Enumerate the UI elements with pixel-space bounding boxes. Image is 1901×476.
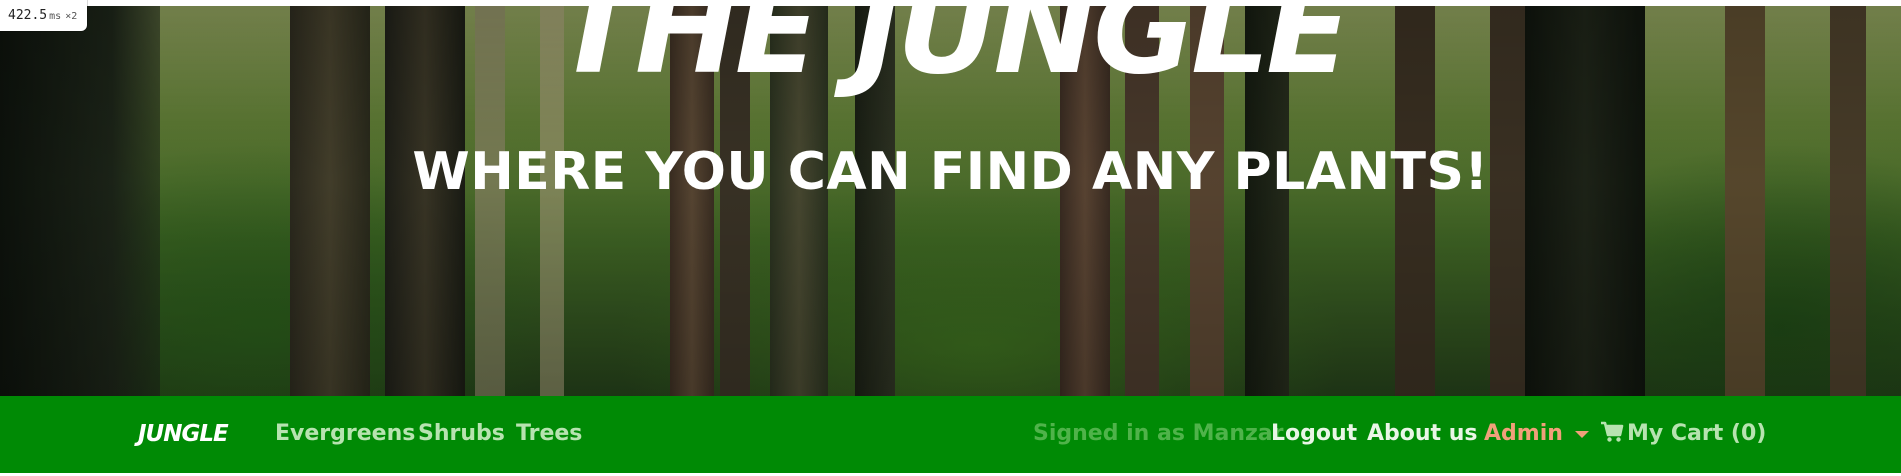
hero-subtitle: WHERE YOU CAN FIND ANY PLANTS! bbox=[412, 142, 1489, 202]
render-time-value: 422.5 bbox=[8, 8, 48, 23]
render-time-badge: 422.5 ms ×2 bbox=[0, 0, 88, 31]
render-time-multiplier: ×2 bbox=[65, 11, 78, 22]
nav-link-shrubs[interactable]: Shrubs bbox=[418, 420, 505, 448]
shopping-cart-icon bbox=[1601, 421, 1624, 442]
main-navbar: JUNGLE Evergreens Shrubs Trees Signed in… bbox=[0, 396, 1901, 473]
caret-down-icon bbox=[1574, 430, 1589, 438]
hero-banner: THE JUNGLE WHERE YOU CAN FIND ANY PLANTS… bbox=[0, 6, 1901, 396]
logout-link[interactable]: Logout bbox=[1271, 420, 1357, 448]
nav-link-evergreens[interactable]: Evergreens bbox=[275, 420, 415, 448]
my-cart-label: My Cart (0) bbox=[1627, 421, 1767, 446]
brand-logo-link[interactable]: JUNGLE bbox=[138, 420, 229, 448]
about-us-link[interactable]: About us bbox=[1367, 420, 1477, 448]
admin-dropdown-toggle[interactable]: Admin bbox=[1484, 420, 1589, 448]
signed-in-status: Signed in as Manzar bbox=[1033, 421, 1284, 446]
my-cart-link[interactable]: My Cart (0) bbox=[1600, 420, 1766, 448]
nav-link-trees[interactable]: Trees bbox=[516, 420, 582, 448]
admin-label: Admin bbox=[1484, 421, 1563, 446]
hero-title: THE JUNGLE bbox=[554, 6, 1350, 102]
render-time-unit: ms bbox=[49, 11, 62, 22]
